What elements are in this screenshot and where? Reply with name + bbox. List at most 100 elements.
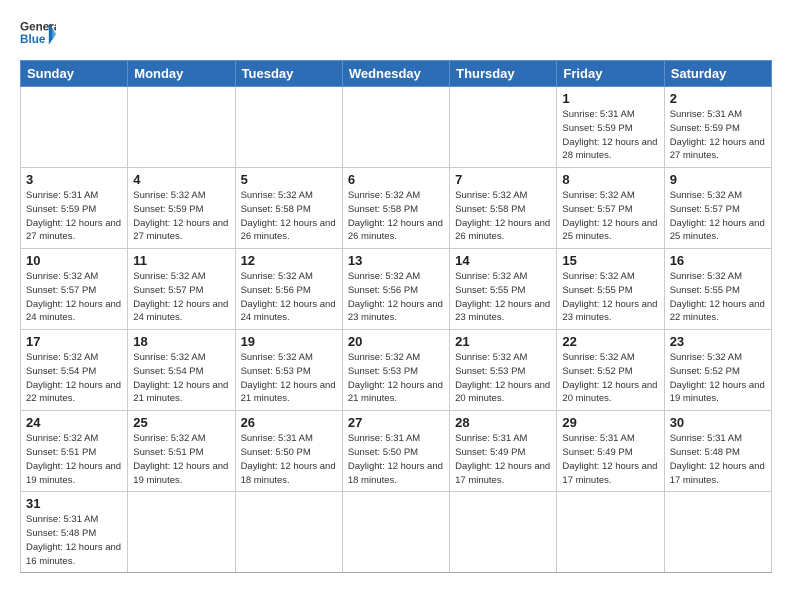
day-number: 28 [455,415,551,430]
day-info: Sunrise: 5:32 AM Sunset: 5:55 PM Dayligh… [670,270,766,325]
weekday-header-monday: Monday [128,61,235,87]
day-number: 9 [670,172,766,187]
calendar-cell [235,87,342,168]
week-row-5: 24 Sunrise: 5:32 AM Sunset: 5:51 PM Dayli… [21,411,772,492]
weekday-header-friday: Friday [557,61,664,87]
day-info: Sunrise: 5:32 AM Sunset: 5:58 PM Dayligh… [241,189,337,244]
calendar-cell [128,87,235,168]
calendar-table: SundayMondayTuesdayWednesdayThursdayFrid… [20,60,772,573]
day-number: 17 [26,334,122,349]
calendar-cell: 25Sunrise: 5:32 AM Sunset: 5:51 PM Dayli… [128,411,235,492]
calendar-cell: 11Sunrise: 5:32 AM Sunset: 5:57 PM Dayli… [128,249,235,330]
day-number: 7 [455,172,551,187]
day-number: 24 [26,415,122,430]
day-number: 2 [670,91,766,106]
day-number: 12 [241,253,337,268]
calendar-cell: 28 Sunrise: 5:31 AM Sunset: 5:49 PM Dayli… [450,411,557,492]
calendar-cell: 21 Sunrise: 5:32 AM Sunset: 5:53 PM Dayli… [450,330,557,411]
day-info: Sunrise: 5:31 AM Sunset: 5:50 PM Dayligh… [348,432,444,487]
calendar-cell: 22Sunrise: 5:32 AM Sunset: 5:52 PM Dayli… [557,330,664,411]
week-row-2: 3Sunrise: 5:31 AM Sunset: 5:59 PM Daylig… [21,168,772,249]
day-number: 8 [562,172,658,187]
day-info: Sunrise: 5:31 AM Sunset: 5:49 PM Dayligh… [562,432,658,487]
day-info: Sunrise: 5:32 AM Sunset: 5:57 PM Dayligh… [562,189,658,244]
calendar-cell: 20Sunrise: 5:32 AM Sunset: 5:53 PM Dayli… [342,330,449,411]
calendar-cell: 31Sunrise: 5:31 AM Sunset: 5:48 PM Dayli… [21,492,128,573]
day-info: Sunrise: 5:32 AM Sunset: 5:53 PM Dayligh… [455,351,551,406]
day-number: 1 [562,91,658,106]
day-info: Sunrise: 5:32 AM Sunset: 5:58 PM Dayligh… [348,189,444,244]
calendar-cell: 30 Sunrise: 5:31 AM Sunset: 5:48 PM Dayli… [664,411,771,492]
day-info: Sunrise: 5:32 AM Sunset: 5:54 PM Dayligh… [133,351,229,406]
day-number: 23 [670,334,766,349]
day-info: Sunrise: 5:31 AM Sunset: 5:48 PM Dayligh… [670,432,766,487]
day-number: 18 [133,334,229,349]
week-row-1: 1 Sunrise: 5:31 AM Sunset: 5:59 PM Daylig… [21,87,772,168]
calendar-cell: 19 Sunrise: 5:32 AM Sunset: 5:53 PM Dayli… [235,330,342,411]
day-info: Sunrise: 5:31 AM Sunset: 5:59 PM Dayligh… [670,108,766,163]
day-info: Sunrise: 5:32 AM Sunset: 5:58 PM Dayligh… [455,189,551,244]
calendar-cell [557,492,664,573]
calendar-cell: 2 Sunrise: 5:31 AM Sunset: 5:59 PM Daylig… [664,87,771,168]
calendar-cell: 23 Sunrise: 5:32 AM Sunset: 5:52 PM Dayli… [664,330,771,411]
day-number: 3 [26,172,122,187]
day-info: Sunrise: 5:32 AM Sunset: 5:55 PM Dayligh… [562,270,658,325]
day-number: 16 [670,253,766,268]
day-info: Sunrise: 5:32 AM Sunset: 5:56 PM Dayligh… [348,270,444,325]
calendar-cell: 7 Sunrise: 5:32 AM Sunset: 5:58 PM Daylig… [450,168,557,249]
day-info: Sunrise: 5:32 AM Sunset: 5:57 PM Dayligh… [26,270,122,325]
day-info: Sunrise: 5:32 AM Sunset: 5:52 PM Dayligh… [670,351,766,406]
calendar-cell: 10 Sunrise: 5:32 AM Sunset: 5:57 PM Dayli… [21,249,128,330]
calendar-cell: 5 Sunrise: 5:32 AM Sunset: 5:58 PM Daylig… [235,168,342,249]
page: General Blue SundayMondayTuesdayWednesda… [0,0,792,589]
day-info: Sunrise: 5:32 AM Sunset: 5:55 PM Dayligh… [455,270,551,325]
day-info: Sunrise: 5:31 AM Sunset: 5:59 PM Dayligh… [562,108,658,163]
day-info: Sunrise: 5:32 AM Sunset: 5:53 PM Dayligh… [241,351,337,406]
day-number: 10 [26,253,122,268]
calendar-cell: 29 Sunrise: 5:31 AM Sunset: 5:49 PM Dayli… [557,411,664,492]
header: General Blue [20,16,772,52]
logo-icon: General Blue [20,16,56,52]
calendar-cell: 9Sunrise: 5:32 AM Sunset: 5:57 PM Daylig… [664,168,771,249]
calendar-cell: 27 Sunrise: 5:31 AM Sunset: 5:50 PM Dayli… [342,411,449,492]
calendar-cell: 3Sunrise: 5:31 AM Sunset: 5:59 PM Daylig… [21,168,128,249]
weekday-header-row: SundayMondayTuesdayWednesdayThursdayFrid… [21,61,772,87]
day-number: 27 [348,415,444,430]
day-info: Sunrise: 5:31 AM Sunset: 5:49 PM Dayligh… [455,432,551,487]
day-number: 6 [348,172,444,187]
week-row-4: 17 Sunrise: 5:32 AM Sunset: 5:54 PM Dayli… [21,330,772,411]
day-info: Sunrise: 5:31 AM Sunset: 5:50 PM Dayligh… [241,432,337,487]
weekday-header-sunday: Sunday [21,61,128,87]
day-number: 20 [348,334,444,349]
calendar-cell [21,87,128,168]
calendar-cell: 1 Sunrise: 5:31 AM Sunset: 5:59 PM Daylig… [557,87,664,168]
day-number: 29 [562,415,658,430]
day-number: 31 [26,496,122,511]
calendar-cell [342,87,449,168]
day-number: 21 [455,334,551,349]
day-number: 30 [670,415,766,430]
calendar-cell: 15 Sunrise: 5:32 AM Sunset: 5:55 PM Dayli… [557,249,664,330]
day-number: 5 [241,172,337,187]
week-row-3: 10 Sunrise: 5:32 AM Sunset: 5:57 PM Dayli… [21,249,772,330]
day-info: Sunrise: 5:32 AM Sunset: 5:59 PM Dayligh… [133,189,229,244]
weekday-header-wednesday: Wednesday [342,61,449,87]
day-number: 19 [241,334,337,349]
day-number: 25 [133,415,229,430]
calendar-cell: 17Sunrise: 5:32 AM Sunset: 5:54 PM Dayli… [21,330,128,411]
day-number: 22 [562,334,658,349]
calendar-cell: 26Sunrise: 5:31 AM Sunset: 5:50 PM Dayli… [235,411,342,492]
svg-text:Blue: Blue [20,33,46,46]
calendar-cell [342,492,449,573]
calendar-cell: 12Sunrise: 5:32 AM Sunset: 5:56 PM Dayli… [235,249,342,330]
weekday-header-saturday: Saturday [664,61,771,87]
calendar-cell: 18 Sunrise: 5:32 AM Sunset: 5:54 PM Dayli… [128,330,235,411]
calendar-cell [235,492,342,573]
calendar-cell: 16 Sunrise: 5:32 AM Sunset: 5:55 PM Dayli… [664,249,771,330]
calendar-cell [128,492,235,573]
day-info: Sunrise: 5:32 AM Sunset: 5:51 PM Dayligh… [26,432,122,487]
calendar-cell: 14Sunrise: 5:32 AM Sunset: 5:55 PM Dayli… [450,249,557,330]
calendar-cell: 4Sunrise: 5:32 AM Sunset: 5:59 PM Daylig… [128,168,235,249]
day-number: 15 [562,253,658,268]
weekday-header-thursday: Thursday [450,61,557,87]
